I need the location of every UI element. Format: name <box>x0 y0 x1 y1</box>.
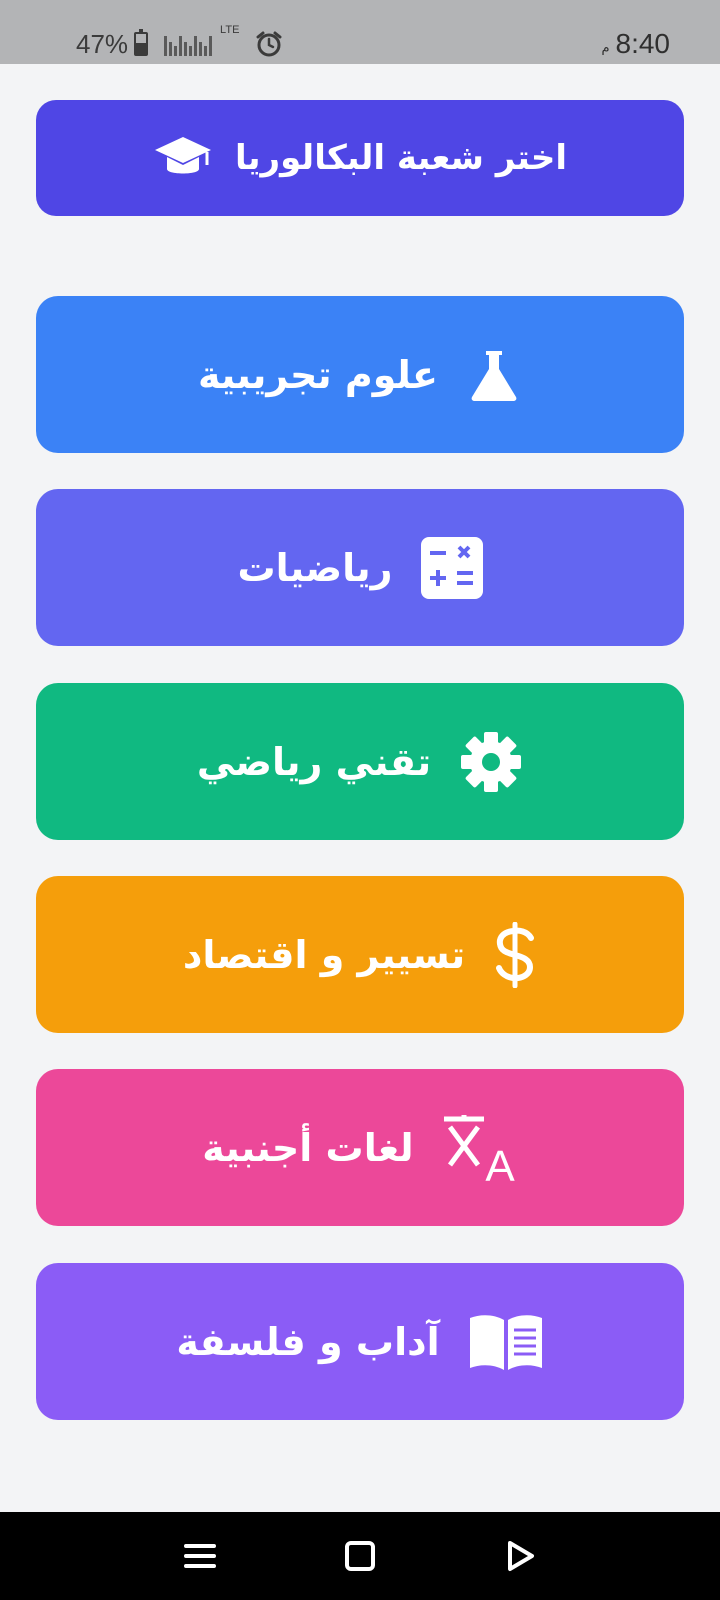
branch-literature-philosophy[interactable]: آداب و فلسفة <box>36 1263 684 1420</box>
page-title: اختر شعبة البكالوريا <box>235 138 568 178</box>
menu-icon[interactable] <box>180 1536 220 1576</box>
branch-experimental-sciences[interactable]: علوم تجريبية <box>36 296 684 453</box>
branch-label: تقني رياضي <box>196 739 432 784</box>
alarm-icon <box>256 31 282 57</box>
branch-management-economics[interactable]: تسيير و اقتصاد <box>36 876 684 1033</box>
home-square-icon[interactable] <box>340 1536 380 1576</box>
gear-icon <box>459 730 523 794</box>
signal-icon <box>164 32 213 56</box>
status-left: 47% LTE <box>76 24 283 62</box>
calculator-icon <box>420 536 483 599</box>
network-type: LTE <box>220 24 240 36</box>
branch-label: تسيير و اقتصاد <box>182 932 466 977</box>
branch-label: علوم تجريبية <box>198 352 439 397</box>
ampm-label: م <box>601 40 610 56</box>
branch-mathematics[interactable]: رياضيات <box>36 489 684 646</box>
status-bar: 47% LTE م 8:40 <box>0 0 720 64</box>
flask-icon <box>466 347 522 403</box>
branch-foreign-languages[interactable]: A لغات أجنبية <box>36 1069 684 1226</box>
branch-technical-math[interactable]: تقني رياضي <box>36 683 684 840</box>
translate-icon: A <box>442 1113 518 1183</box>
graduation-cap-icon <box>155 137 211 174</box>
branch-label: لغات أجنبية <box>202 1125 414 1170</box>
header-banner: اختر شعبة البكالوريا <box>36 100 684 216</box>
battery-icon <box>134 29 149 56</box>
svg-text:A: A <box>485 1142 515 1183</box>
status-right: م 8:40 <box>601 26 670 62</box>
navigation-bar <box>0 1512 720 1600</box>
book-icon <box>468 1312 544 1372</box>
branch-label: آداب و فلسفة <box>176 1319 440 1364</box>
branch-label: رياضيات <box>237 545 393 590</box>
dollar-icon <box>493 921 537 988</box>
clock: 8:40 <box>615 28 671 59</box>
back-triangle-icon[interactable] <box>500 1536 540 1576</box>
battery-percentage: 47% <box>76 28 129 59</box>
